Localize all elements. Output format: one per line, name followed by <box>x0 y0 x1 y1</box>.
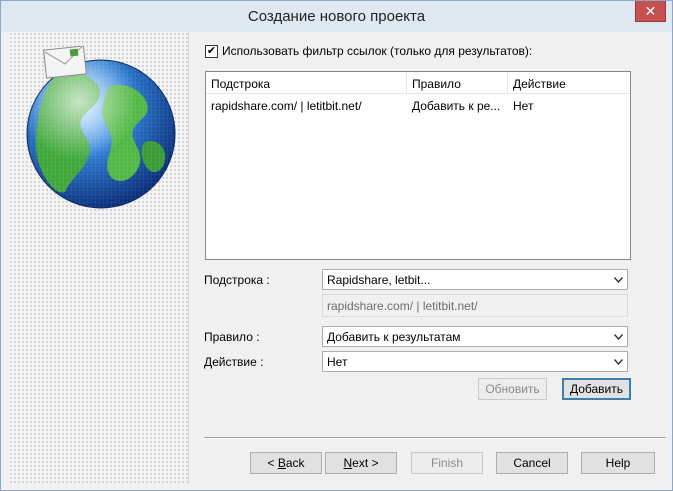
link-filter-label: Использовать фильтр ссылок (только для р… <box>222 44 533 58</box>
action-select[interactable]: Нет <box>322 351 628 372</box>
list-header: Подстрока Правило Действие <box>206 72 630 94</box>
close-icon: ✕ <box>644 2 657 19</box>
rule-select-value: Добавить к результатам <box>327 330 461 344</box>
action-label: Действие : <box>204 355 264 369</box>
wizard-window: Создание нового проекта ✕ ✔ Использовать… <box>0 0 673 491</box>
cell-rule: Добавить к ре... <box>412 99 501 113</box>
chevron-down-icon[interactable] <box>609 270 627 289</box>
cell-action: Нет <box>513 99 534 113</box>
column-header-action[interactable]: Действие <box>508 72 630 94</box>
title-bar[interactable]: Создание нового проекта ✕ <box>1 1 672 32</box>
column-header-substring[interactable]: Подстрока <box>206 72 407 94</box>
add-button[interactable]: Добавить <box>562 378 631 400</box>
rule-label: Правило : <box>204 330 260 344</box>
globe-icon <box>15 45 180 211</box>
next-button[interactable]: Next > <box>325 452 397 474</box>
next-rest: ext > <box>352 456 379 470</box>
rule-select[interactable]: Добавить к результатам <box>322 326 628 347</box>
checkbox-box[interactable]: ✔ <box>205 44 218 58</box>
back-rest: ack <box>285 456 305 470</box>
finish-button[interactable]: Finish <box>411 452 483 474</box>
link-filter-checkbox[interactable]: ✔ Использовать фильтр ссылок (только для… <box>205 44 532 58</box>
next-mnemonic: N <box>343 456 353 470</box>
substring-select[interactable]: Rapidshare, letbit... <box>322 269 628 290</box>
chevron-down-icon[interactable] <box>609 327 627 346</box>
side-banner <box>9 32 189 484</box>
substring-label: Подстрока : <box>204 273 270 287</box>
cell-substring: rapidshare.com/ | letitbit.net/ <box>211 99 362 113</box>
action-select-value: Нет <box>327 355 348 369</box>
update-button[interactable]: Обновить <box>478 378 547 400</box>
wizard-body: ✔ Использовать фильтр ссылок (только для… <box>9 32 666 484</box>
window-title: Создание нового проекта <box>247 8 426 25</box>
table-row[interactable]: rapidshare.com/ | letitbit.net/ Добавить… <box>206 95 630 115</box>
substring-text-field: rapidshare.com/ | letitbit.net/ <box>322 294 628 317</box>
footer-separator <box>204 437 666 439</box>
help-button[interactable]: Help <box>581 452 655 474</box>
back-button[interactable]: < Back <box>250 452 322 474</box>
back-prefix: < <box>267 456 278 470</box>
chevron-down-icon[interactable] <box>609 352 627 371</box>
envelope-icon <box>43 45 87 79</box>
back-mnemonic: B <box>277 456 286 470</box>
filter-rules-list[interactable]: Подстрока Правило Действие rapidshare.co… <box>205 71 631 260</box>
close-button[interactable]: ✕ <box>635 1 666 22</box>
column-header-rule[interactable]: Правило <box>407 72 508 94</box>
substring-select-value: Rapidshare, letbit... <box>327 273 431 287</box>
checkmark-icon: ✔ <box>206 44 217 57</box>
cancel-button[interactable]: Cancel <box>496 452 568 474</box>
